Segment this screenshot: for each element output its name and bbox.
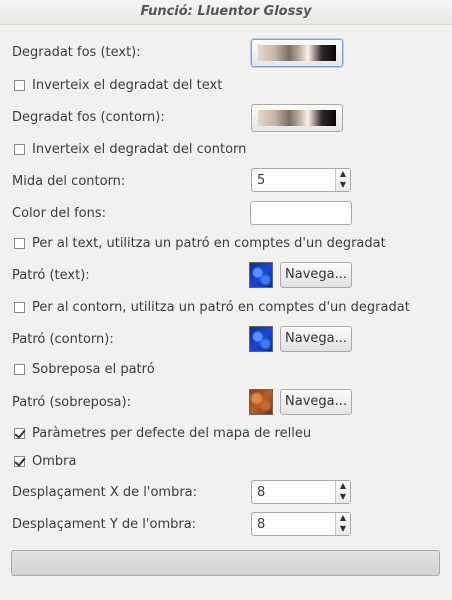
use-pattern-text-label: Per al text, utilitza un patró en compte… — [32, 236, 386, 251]
invert-gradient-text-label: Inverteix el degradat del text — [32, 78, 223, 93]
overlay-pattern-box[interactable] — [14, 364, 25, 375]
default-bumpmap-checkbox[interactable]: Paràmetres per defecte del mapa de relle… — [14, 426, 311, 441]
pattern-overlay-browse-button[interactable]: Navega... — [280, 389, 352, 415]
gradient-text-swatch — [258, 45, 336, 61]
invert-gradient-text-checkbox[interactable]: Inverteix el degradat del text — [14, 78, 222, 93]
chevron-down-icon[interactable]: ▼ — [336, 492, 350, 503]
overlay-pattern-checkbox[interactable]: Sobreposa el patró — [14, 362, 155, 377]
pattern-text-preview — [249, 262, 273, 288]
pattern-text-label: Patró (text): — [12, 268, 90, 283]
outline-size-spinbox[interactable]: 5 ▲ ▼ — [251, 168, 351, 192]
progress-bar — [11, 550, 440, 576]
pattern-outline-label: Patró (contorn): — [12, 332, 114, 347]
invert-gradient-text-box[interactable] — [14, 80, 25, 91]
chevron-up-icon[interactable]: ▲ — [336, 513, 350, 524]
gradient-text-button[interactable] — [251, 39, 343, 67]
shadow-x-label: Desplaçament X de l'ombra: — [12, 485, 198, 500]
bg-color-button[interactable] — [250, 201, 352, 225]
shadow-y-arrows[interactable]: ▲ ▼ — [335, 513, 350, 535]
use-pattern-outline-checkbox[interactable]: Per al contorn, utilitza un patró en com… — [14, 300, 410, 315]
shadow-y-value[interactable]: 8 — [257, 517, 265, 532]
window-title: Funció: Lluentor Glossy — [0, 0, 452, 25]
shadow-y-label: Desplaçament Y de l'ombra: — [12, 517, 197, 532]
invert-gradient-outline-box[interactable] — [14, 144, 25, 155]
outline-size-value[interactable]: 5 — [257, 173, 265, 188]
pattern-overlay-label: Patró (sobreposa): — [12, 395, 131, 410]
shadow-x-value[interactable]: 8 — [257, 485, 265, 500]
default-bumpmap-label: Paràmetres per defecte del mapa de relle… — [32, 426, 312, 441]
pattern-overlay-preview — [249, 389, 273, 415]
chevron-up-icon[interactable]: ▲ — [336, 169, 350, 180]
shadow-label: Ombra — [32, 454, 77, 469]
use-pattern-text-checkbox[interactable]: Per al text, utilitza un patró en compte… — [14, 236, 386, 251]
pattern-outline-preview — [249, 326, 273, 352]
pattern-text-browse-button[interactable]: Navega... — [280, 262, 352, 288]
invert-gradient-outline-label: Inverteix el degradat del contorn — [32, 142, 247, 157]
outline-size-label: Mida del contorn: — [12, 174, 126, 189]
outline-size-arrows[interactable]: ▲ ▼ — [335, 169, 350, 191]
use-pattern-text-box[interactable] — [14, 238, 25, 249]
chevron-down-icon[interactable]: ▼ — [336, 180, 350, 191]
pattern-outline-browse-button[interactable]: Navega... — [280, 326, 352, 352]
default-bumpmap-box[interactable] — [14, 428, 25, 439]
shadow-y-spinbox[interactable]: 8 ▲ ▼ — [251, 512, 351, 536]
overlay-pattern-label: Sobreposa el patró — [32, 362, 155, 377]
shadow-box[interactable] — [14, 456, 25, 467]
gradient-text-label: Degradat fos (text): — [12, 45, 141, 60]
gradient-outline-button[interactable] — [251, 104, 343, 132]
use-pattern-outline-label: Per al contorn, utilitza un patró en com… — [32, 300, 410, 315]
chevron-down-icon[interactable]: ▼ — [336, 524, 350, 535]
shadow-x-spinbox[interactable]: 8 ▲ ▼ — [251, 480, 351, 504]
invert-gradient-outline-checkbox[interactable]: Inverteix el degradat del contorn — [14, 142, 246, 157]
use-pattern-outline-box[interactable] — [14, 302, 25, 313]
shadow-checkbox[interactable]: Ombra — [14, 454, 76, 469]
gradient-outline-swatch — [258, 110, 336, 126]
shadow-x-arrows[interactable]: ▲ ▼ — [335, 481, 350, 503]
bg-color-label: Color del fons: — [12, 206, 106, 221]
chevron-up-icon[interactable]: ▲ — [336, 481, 350, 492]
gradient-outline-label: Degradat fos (contorn): — [12, 110, 165, 125]
